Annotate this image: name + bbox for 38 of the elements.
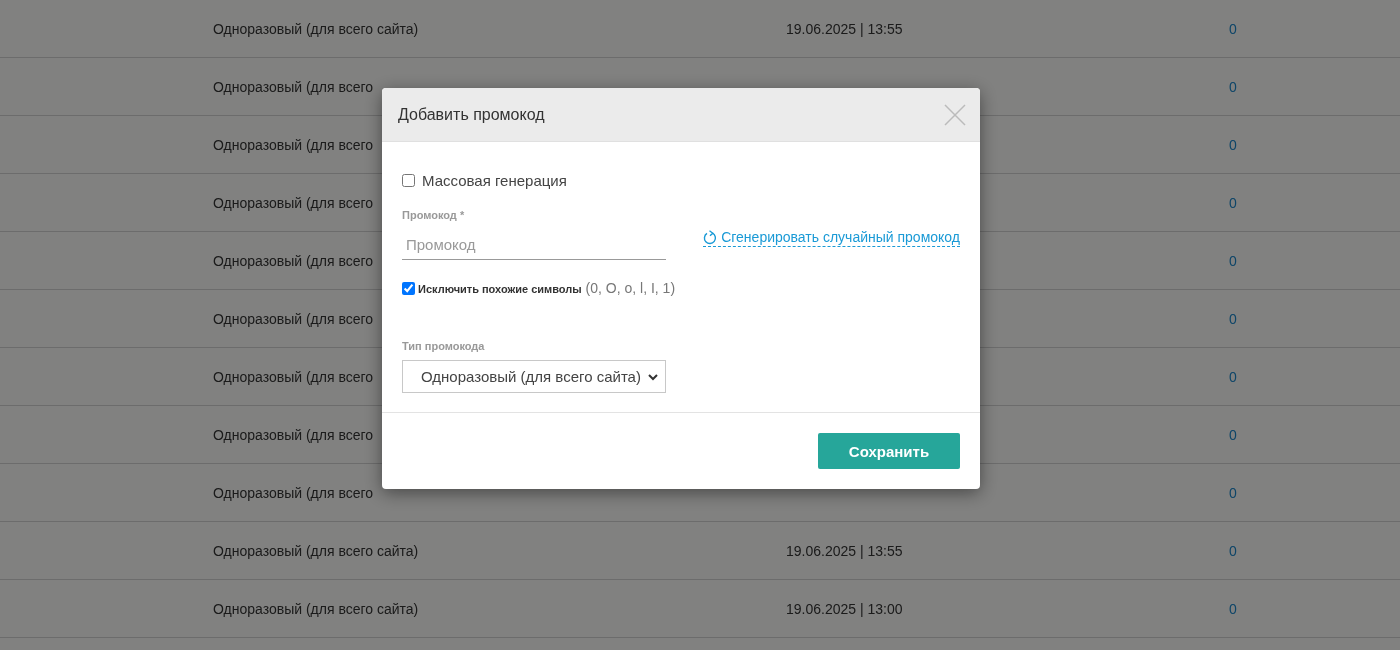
promo-type-text: Одноразовый (для всего bbox=[213, 368, 374, 385]
mass-generation-checkbox[interactable] bbox=[402, 174, 415, 187]
promo-code-field[interactable]: Промокод bbox=[402, 227, 666, 260]
count-link[interactable]: 0 bbox=[1229, 78, 1237, 95]
count-link[interactable]: 0 bbox=[1229, 426, 1237, 443]
count-link[interactable]: 0 bbox=[1229, 20, 1237, 37]
promo-type-text: Одноразовый (для всего bbox=[213, 484, 374, 501]
promo-type-label: Тип промокода bbox=[402, 340, 485, 352]
mass-generation-label: Массовая генерация bbox=[422, 172, 567, 189]
date-text: 19.06.2025 | 13:55 bbox=[786, 20, 903, 37]
count-link[interactable]: 0 bbox=[1229, 310, 1237, 327]
modal-title: Добавить промокод bbox=[398, 105, 545, 124]
exclude-similar-label: Исключить похожие символы (0, O, o, l, I, 1) bbox=[418, 280, 676, 296]
count-link[interactable]: 0 bbox=[1229, 194, 1237, 211]
promo-type-text: Одноразовый (для всего bbox=[213, 426, 374, 443]
promo-type-text: Одноразовый (для всего сайта) bbox=[213, 20, 419, 37]
count-link[interactable]: 0 bbox=[1229, 600, 1237, 617]
promo-type-text: Одноразовый (для всего bbox=[213, 78, 374, 95]
chevron-down-icon bbox=[647, 372, 659, 381]
promo-type-text: Одноразовый (для всего сайта) bbox=[213, 542, 419, 559]
promo-type-text: Одноразовый (для всего bbox=[213, 310, 374, 327]
generate-code-link[interactable]: Сгенерировать случайный промокод bbox=[703, 229, 960, 247]
promo-type-select[interactable]: Одноразовый (для всего сайта) bbox=[402, 360, 666, 393]
count-link[interactable]: 0 bbox=[1229, 136, 1237, 153]
promo-type-text: Одноразовый (для всего bbox=[213, 194, 374, 211]
refresh-icon bbox=[703, 229, 718, 245]
promo-type-text: Одноразовый (для всего bbox=[213, 136, 374, 153]
promo-type-text: Одноразовый (для всего сайта) bbox=[213, 600, 419, 617]
save-button[interactable]: Сохранить bbox=[818, 433, 960, 469]
date-text: 19.06.2025 | 13:55 bbox=[786, 542, 903, 559]
promo-type-text: Одноразовый (для всего bbox=[213, 252, 374, 269]
count-link[interactable]: 0 bbox=[1229, 368, 1237, 385]
count-link[interactable]: 0 bbox=[1229, 484, 1237, 501]
count-link[interactable]: 0 bbox=[1229, 542, 1237, 559]
count-link[interactable]: 0 bbox=[1229, 252, 1237, 269]
promo-code-label: Промокод * bbox=[402, 209, 465, 221]
date-text: 19.06.2025 | 13:00 bbox=[786, 600, 903, 617]
exclude-similar-checkbox[interactable] bbox=[402, 281, 415, 295]
